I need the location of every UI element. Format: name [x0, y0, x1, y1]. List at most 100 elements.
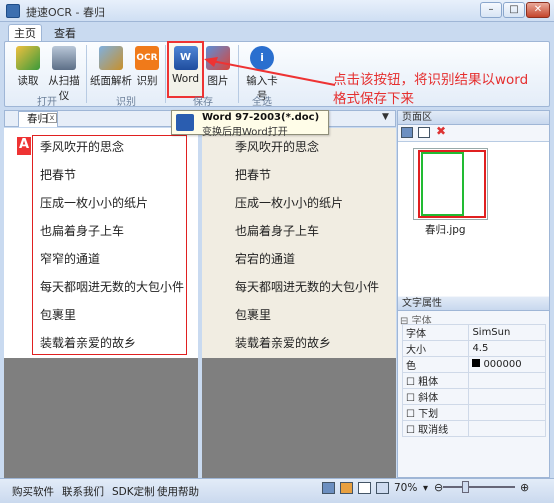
read-label: 读取: [17, 75, 39, 87]
italic-checkbox[interactable]: ☐: [406, 393, 415, 404]
word-button[interactable]: W Word: [168, 44, 203, 88]
result-line: 宕宕的通道: [235, 252, 296, 266]
checkbox-label: 取消线: [418, 425, 449, 436]
group-select-all-label: 全选: [252, 97, 272, 108]
layout-analysis-button[interactable]: 纸面解析: [90, 44, 132, 88]
result-line: 季风吹开的思念: [235, 140, 320, 154]
checkbox-label: 下划: [418, 409, 439, 420]
window-title: 捷速OCR - 春归: [26, 6, 105, 19]
add-page-icon[interactable]: [401, 127, 413, 138]
image-view-icon[interactable]: [340, 482, 353, 494]
result-page[interactable]: [202, 128, 396, 358]
prop-value[interactable]: 4.5: [468, 340, 546, 357]
zoom-slider-handle[interactable]: [462, 481, 469, 493]
tab-view[interactable]: 查看: [48, 24, 82, 42]
close-button[interactable]: ✕: [526, 2, 550, 18]
empty-cell: [468, 372, 546, 389]
result-line: 也扁着身子上车: [235, 224, 320, 238]
properties-header: 文字属性: [398, 297, 549, 311]
prop-name: 大小: [401, 340, 470, 357]
underline-checkbox[interactable]: ☐: [406, 409, 415, 420]
zoom-out-icon[interactable]: ⊖: [434, 481, 443, 494]
prop-name: 色: [401, 356, 470, 373]
prop-row: 色 000000: [401, 356, 546, 373]
tab-close-icon[interactable]: x: [47, 113, 57, 123]
text-view-icon[interactable]: [358, 482, 371, 494]
layout-analysis-label: 纸面解析: [90, 75, 132, 87]
word-icon: W: [173, 46, 198, 70]
ribbon-divider: [165, 45, 166, 103]
group-recognize-label: 识别: [116, 97, 136, 108]
tooltip-title: Word 97-2003(*.doc): [202, 112, 320, 123]
group-save-label: 保存: [193, 97, 213, 108]
source-line: 包裹里: [40, 308, 77, 322]
prop-row: 字体 SimSun: [401, 324, 546, 341]
open-folder-icon: [16, 46, 40, 70]
result-line: 包裹里: [235, 308, 272, 322]
tab-home[interactable]: 主页: [8, 24, 42, 42]
checkbox-row[interactable]: ☐ 粗体: [401, 372, 546, 389]
empty-cell: [468, 404, 546, 421]
annotation-text: 点击该按钮，将识别结果以word 格式保存下来: [333, 71, 533, 109]
color-value-cell[interactable]: 000000: [468, 356, 546, 373]
tab-dropdown-icon[interactable]: ▼: [382, 112, 389, 122]
result-line: 压成一枚小小的纸片: [235, 196, 344, 210]
scanner-button[interactable]: 从扫描仪: [44, 44, 84, 102]
scanner-icon: [52, 46, 76, 70]
result-line: 装载着亲爱的故乡: [235, 336, 332, 350]
checkbox-row[interactable]: ☐ 斜体: [401, 388, 546, 405]
group-open-label: 打开: [37, 97, 57, 108]
minimize-button[interactable]: –: [480, 2, 502, 18]
source-line: 把春节: [40, 168, 77, 182]
recognize-label: 识别: [136, 75, 158, 87]
thumbnail-region: [421, 152, 464, 216]
checkbox-cell: ☐ 取消线: [401, 420, 470, 437]
zoom-dropdown-icon[interactable]: ▾: [423, 483, 428, 494]
contact-link[interactable]: 联系我们: [62, 484, 104, 499]
zoom-slider[interactable]: [443, 486, 515, 488]
source-line: 季风吹开的思念: [40, 140, 125, 154]
pages-header: 页面区: [398, 111, 549, 125]
empty-cell: [468, 420, 546, 437]
strikethrough-checkbox[interactable]: ☐: [406, 425, 415, 436]
tooltip-description: 变换后用Word打开: [202, 127, 288, 138]
blank-page-icon[interactable]: [418, 127, 430, 138]
zoom-value[interactable]: 70%: [394, 482, 417, 494]
color-swatch: [472, 359, 481, 367]
source-line: 压成一枚小小的纸片: [40, 196, 149, 210]
fit-view-icon[interactable]: [376, 482, 389, 494]
prop-name: 字体: [401, 324, 470, 341]
checkbox-row[interactable]: ☐ 下划: [401, 404, 546, 421]
view-mode-icon[interactable]: [322, 482, 335, 494]
checkbox-cell: ☐ 斜体: [401, 388, 470, 405]
ocr-icon: OCR: [135, 46, 159, 70]
empty-cell: [468, 388, 546, 405]
layout-icon: [99, 46, 123, 70]
checkbox-cell: ☐ 粗体: [401, 372, 470, 389]
source-line: 装载着亲爱的故乡: [40, 336, 137, 350]
pane-splitter[interactable]: [198, 128, 202, 478]
prop-value[interactable]: SimSun: [468, 324, 546, 341]
checkbox-row[interactable]: ☐ 取消线: [401, 420, 546, 437]
thumbnail-label: 春归.jpg: [425, 224, 466, 236]
result-line: 每天都咽进无数的大包小件: [235, 280, 380, 294]
source-line: 也扁着身子上车: [40, 224, 125, 238]
help-link[interactable]: 使用帮助: [157, 484, 199, 499]
annotation-line: 点击该按钮，将识别结果以word: [333, 72, 529, 88]
word-icon: [176, 114, 194, 131]
prop-value: 000000: [483, 359, 522, 370]
maximize-button[interactable]: □: [503, 2, 525, 18]
zoom-in-icon[interactable]: ⊕: [520, 481, 529, 494]
read-button[interactable]: 读取: [12, 44, 44, 88]
source-line: 窄窄的通道: [40, 252, 101, 266]
buy-link[interactable]: 购买软件: [12, 484, 54, 499]
recognize-button[interactable]: OCR 识别: [134, 44, 160, 88]
annotation-arrow: [204, 57, 336, 86]
word-label: Word: [172, 73, 199, 85]
bold-checkbox[interactable]: ☐: [406, 377, 415, 388]
checkbox-cell: ☐ 下划: [401, 404, 470, 421]
checkbox-label: 斜体: [418, 393, 439, 404]
word-tooltip: Word 97-2003(*.doc) 变换后用Word打开: [171, 110, 329, 138]
delete-page-icon[interactable]: ✖: [436, 124, 446, 138]
sdk-link[interactable]: SDK定制: [112, 484, 155, 499]
